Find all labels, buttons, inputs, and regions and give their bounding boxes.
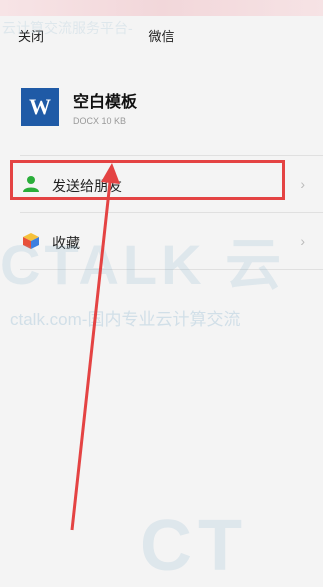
cube-icon [23, 233, 39, 249]
file-meta: DOCX 10 KB [73, 116, 127, 126]
file-card: W 空白模板 DOCX 10 KB [0, 62, 323, 142]
watermark-text: ctalk.com-国内专业云计算交流 [10, 310, 241, 329]
word-document-icon: W [21, 88, 59, 126]
status-strip [0, 0, 323, 16]
chevron-right-icon: › [300, 176, 305, 192]
header-bar: 关闭 微信 [0, 16, 323, 54]
highlight-box [10, 160, 285, 200]
file-name: 空白模板 [73, 94, 138, 111]
favorite-item[interactable]: 收藏 › [0, 213, 323, 269]
favorite-label: 收藏 [52, 235, 80, 251]
watermark-logo: CT [140, 506, 248, 586]
page-title: 微信 [148, 29, 175, 44]
divider [20, 269, 323, 270]
chevron-right-icon: › [300, 233, 305, 249]
